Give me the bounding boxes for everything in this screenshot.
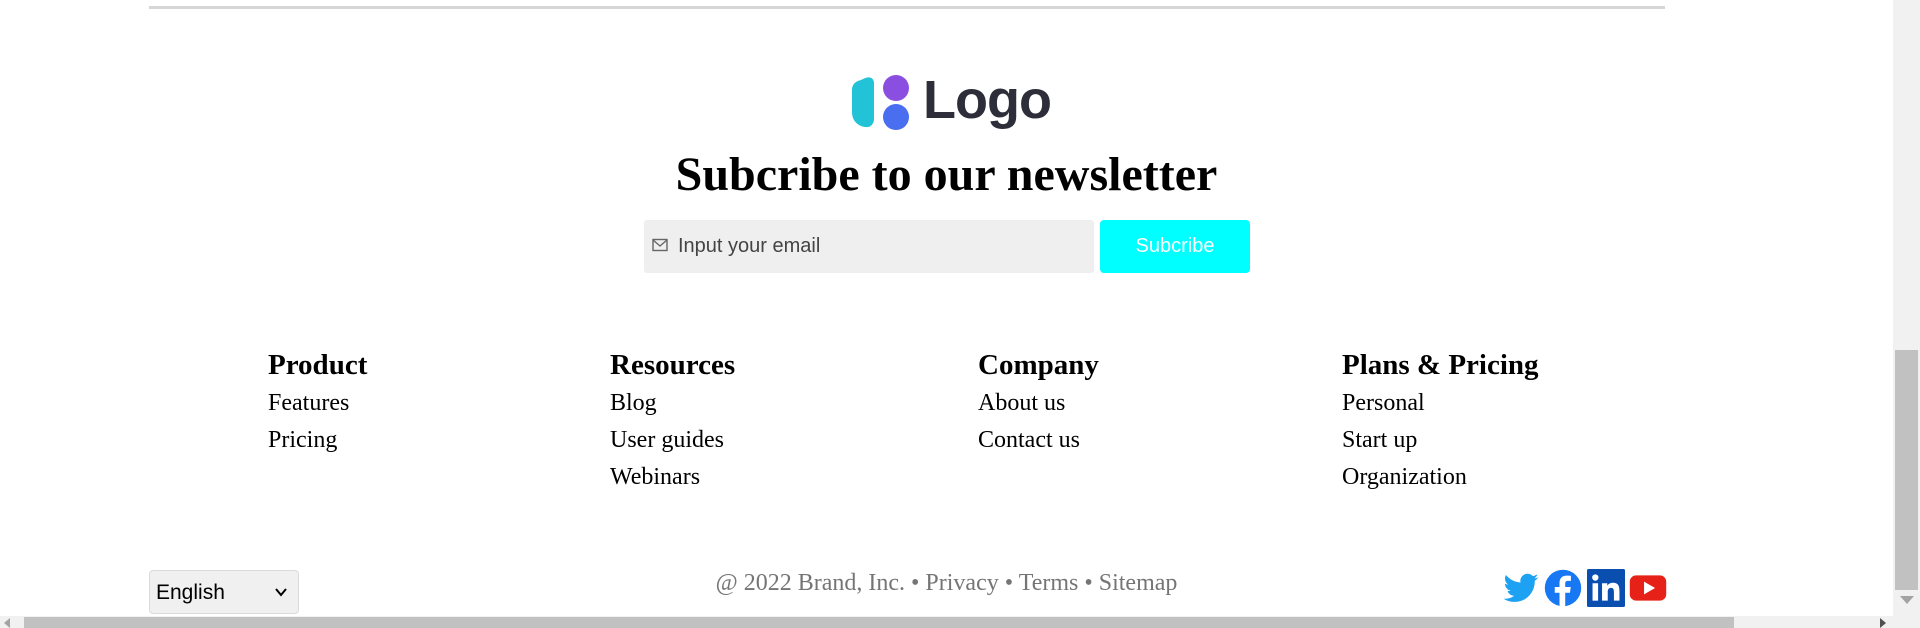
copyright-text: @ 2022 Brand, Inc. xyxy=(715,570,905,596)
vertical-scrollbar-thumb[interactable] xyxy=(1895,350,1918,590)
linkedin-icon[interactable] xyxy=(1587,569,1625,607)
separator: • xyxy=(911,570,920,596)
email-field-wrapper xyxy=(644,220,1094,273)
footer-link-organization[interactable]: Organization xyxy=(1342,459,1539,496)
top-divider xyxy=(149,6,1665,9)
footer-link-start-up[interactable]: Start up xyxy=(1342,422,1539,459)
youtube-icon[interactable] xyxy=(1629,569,1667,607)
footer-link-user-guides[interactable]: User guides xyxy=(610,422,735,459)
privacy-link[interactable]: Privacy xyxy=(925,570,998,596)
footer-column-company: Company About us Contact us xyxy=(978,347,1099,459)
newsletter-title: Subcribe to our newsletter xyxy=(675,148,1218,201)
footer-link-webinars[interactable]: Webinars xyxy=(610,459,735,496)
separator: • xyxy=(1004,570,1014,596)
scroll-right-arrow-icon[interactable] xyxy=(1880,618,1886,628)
footer-column-resources: Resources Blog User guides Webinars xyxy=(610,347,735,496)
facebook-icon[interactable] xyxy=(1544,569,1582,607)
sitemap-link[interactable]: Sitemap xyxy=(1099,570,1178,596)
vertical-scrollbar[interactable] xyxy=(1893,0,1920,616)
mail-icon xyxy=(652,238,668,252)
footer-link-personal[interactable]: Personal xyxy=(1342,385,1539,422)
footer-heading-plans-pricing: Plans & Pricing xyxy=(1342,349,1539,381)
subscribe-button[interactable]: Subcribe xyxy=(1100,220,1250,273)
footer-heading-product: Product xyxy=(268,349,368,381)
footer-link-about-us[interactable]: About us xyxy=(978,385,1099,422)
email-input[interactable] xyxy=(674,220,1092,273)
footer-link-pricing[interactable]: Pricing xyxy=(268,422,367,459)
footer-link-blog[interactable]: Blog xyxy=(610,385,735,422)
footer-column-plans-pricing: Plans & Pricing Personal Start up Organi… xyxy=(1342,347,1539,496)
twitter-icon[interactable] xyxy=(1502,569,1540,607)
terms-link[interactable]: Terms xyxy=(1019,570,1079,596)
brand-logo-text: Logo xyxy=(923,70,1052,130)
separator: • xyxy=(1084,570,1093,596)
scroll-down-arrow-icon[interactable] xyxy=(1900,596,1914,604)
footer-heading-resources: Resources xyxy=(610,349,736,381)
footer-link-contact-us[interactable]: Contact us xyxy=(978,422,1099,459)
footer-link-features[interactable]: Features xyxy=(268,385,367,422)
horizontal-scrollbar-thumb[interactable] xyxy=(24,617,1734,628)
footer-heading-company: Company xyxy=(978,349,1099,381)
footer-column-product: Product Features Pricing xyxy=(268,347,367,459)
horizontal-scrollbar[interactable] xyxy=(0,616,1920,628)
scroll-left-arrow-icon[interactable] xyxy=(4,618,10,628)
